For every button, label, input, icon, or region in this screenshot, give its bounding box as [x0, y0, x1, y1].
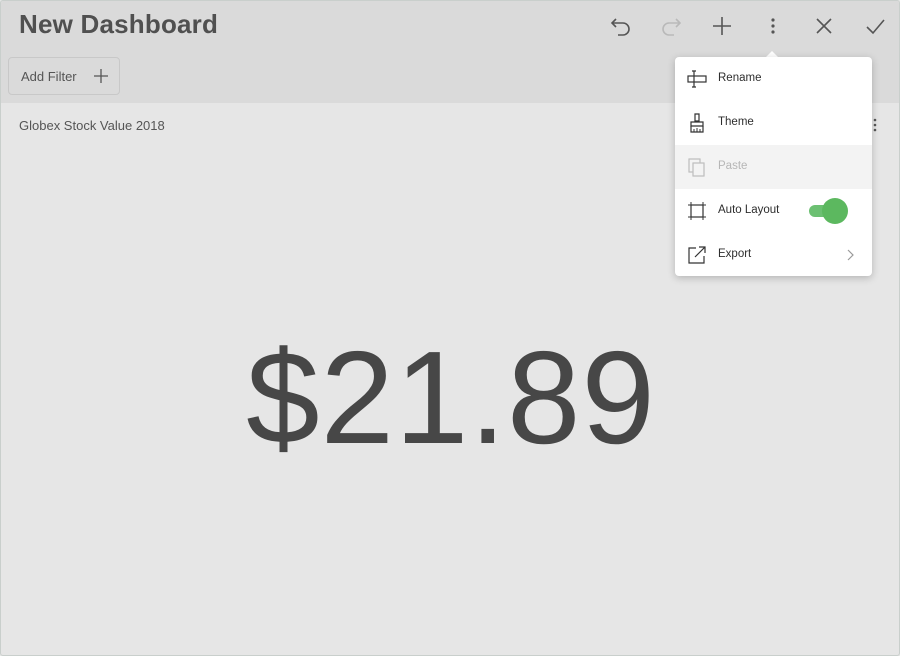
- menu-item-auto-layout[interactable]: Auto Layout: [675, 189, 872, 233]
- undo-icon: [610, 18, 630, 36]
- menu-item-theme[interactable]: Theme: [675, 101, 872, 145]
- add-button[interactable]: [707, 11, 737, 41]
- check-icon: [866, 19, 885, 35]
- menu-item-label: Export: [718, 248, 752, 260]
- chevron-right-icon: [847, 249, 854, 261]
- menu-item-rename[interactable]: Rename: [675, 57, 872, 101]
- export-icon: [688, 246, 706, 264]
- redo-button[interactable]: [656, 11, 686, 41]
- rename-icon: [687, 70, 707, 88]
- close-button[interactable]: [809, 11, 839, 41]
- redo-icon: [662, 18, 682, 36]
- menu-item-label: Rename: [718, 72, 762, 84]
- menu-item-label: Auto Layout: [718, 204, 780, 216]
- page-title: New Dashboard: [19, 9, 219, 39]
- close-icon: [816, 18, 832, 34]
- menu-item-paste[interactable]: Paste: [675, 145, 872, 189]
- add-filter-label: Add Filter: [21, 69, 77, 84]
- plus-icon: [94, 69, 108, 83]
- dashboard-window: New Dashboard Add Filter Globex Stock Va…: [0, 0, 900, 656]
- plus-icon: [713, 17, 731, 35]
- more-vertical-icon: [771, 18, 775, 34]
- dashboard-options-menu: Rename Theme Paste Auto Layout Export: [675, 57, 872, 276]
- menu-item-label: Paste: [718, 160, 748, 172]
- done-button[interactable]: [860, 11, 890, 41]
- paintbrush-icon: [690, 113, 704, 133]
- paste-icon: [688, 158, 705, 177]
- undo-button[interactable]: [606, 11, 636, 41]
- menu-item-export[interactable]: Export: [675, 233, 872, 277]
- auto-layout-icon: [688, 202, 706, 220]
- toggle-knob[interactable]: [822, 198, 848, 224]
- widget-title: Globex Stock Value 2018: [19, 118, 165, 133]
- menu-item-label: Theme: [718, 116, 754, 128]
- add-filter-button[interactable]: Add Filter: [8, 57, 120, 95]
- more-options-button[interactable]: [758, 11, 788, 41]
- kpi-value: $21.89: [246, 324, 656, 471]
